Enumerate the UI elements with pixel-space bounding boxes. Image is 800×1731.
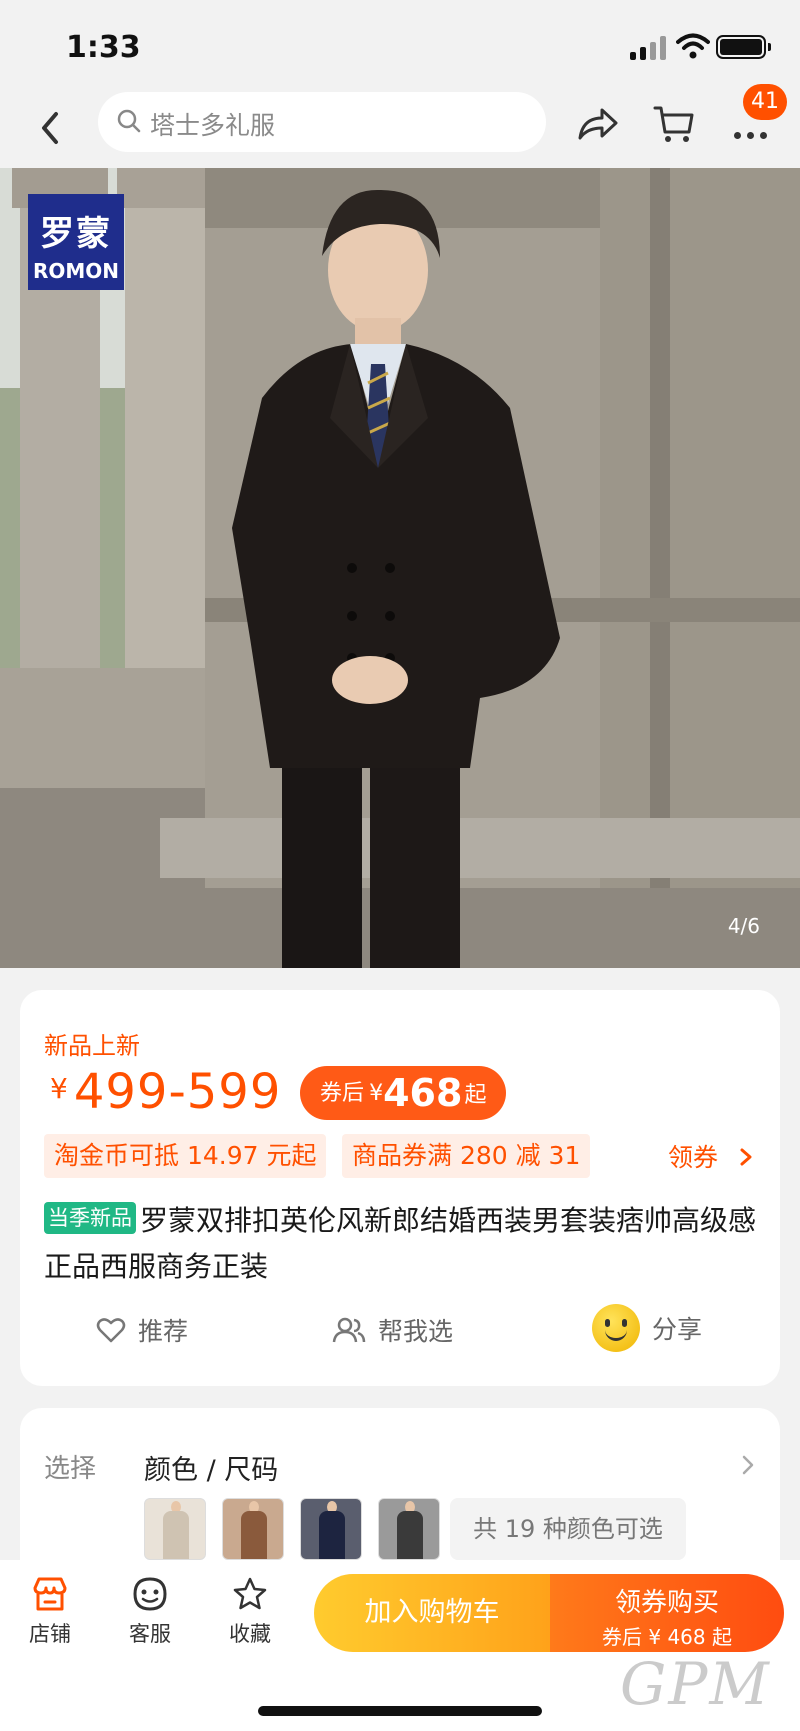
chevron-right-icon xyxy=(740,1148,752,1166)
watermark: GPM xyxy=(620,1650,771,1718)
new-arrival-tag: 新品上新 xyxy=(44,1032,140,1060)
product-actions: 推荐 帮我选 分享 xyxy=(20,1304,780,1356)
brand-logo: 罗蒙 ROMON xyxy=(28,194,124,290)
purchase-buttons: 加入购物车 领券购买 券后 ¥ 468 起 xyxy=(314,1574,784,1652)
cellular-signal-icon xyxy=(630,36,668,60)
share-icon[interactable] xyxy=(576,104,620,144)
home-indicator[interactable] xyxy=(258,1706,542,1716)
coupon-buy-button[interactable]: 领券购买 券后 ¥ 468 起 xyxy=(550,1574,784,1652)
customer-service-icon xyxy=(133,1577,167,1611)
color-swatch-brown[interactable] xyxy=(222,1498,284,1560)
store-tab[interactable]: 店铺 xyxy=(10,1576,90,1648)
after-coupon-price-badge: 券后 ¥468起 xyxy=(300,1066,507,1120)
star-icon xyxy=(233,1577,267,1610)
recommend-button[interactable]: 推荐 xyxy=(96,1312,188,1364)
get-coupon-link[interactable]: 领券 xyxy=(668,1138,756,1174)
color-swatch-gray[interactable] xyxy=(378,1498,440,1560)
product-info-card: 新品上新 ¥499-599 券后 ¥468起 淘金币可抵 14.97 元起 商品… xyxy=(20,990,780,1386)
search-placeholder: 塔士多礼服 xyxy=(150,111,276,140)
price-value: 499-599 xyxy=(73,1064,282,1120)
add-to-cart-button[interactable]: 加入购物车 xyxy=(314,1574,550,1652)
customer-service-tab[interactable]: 客服 xyxy=(110,1576,190,1648)
color-swatch-navy[interactable] xyxy=(300,1498,362,1560)
more-colors-button[interactable]: 共 19 种颜色可选 xyxy=(450,1498,686,1560)
cart-icon[interactable] xyxy=(652,102,696,146)
share-button[interactable]: 分享 xyxy=(592,1304,702,1356)
color-swatch-beige[interactable] xyxy=(144,1498,206,1560)
search-input[interactable]: 塔士多礼服 xyxy=(98,92,546,152)
price-currency: ¥ xyxy=(50,1072,68,1105)
product-title: 当季新品 罗蒙双排扣英伦风新郎结婚西装男套装痞帅高级感正品西服商务正装 xyxy=(44,1198,764,1290)
selection-label: 选择 xyxy=(44,1454,97,1484)
back-icon[interactable] xyxy=(32,106,72,150)
smiley-icon xyxy=(592,1304,640,1352)
wifi-icon xyxy=(676,33,710,59)
search-icon xyxy=(117,109,141,133)
coins-discount-chip[interactable]: 淘金币可抵 14.97 元起 xyxy=(44,1134,327,1178)
image-pager: 4/6 xyxy=(727,914,760,938)
status-bar: 1:33 xyxy=(0,0,800,92)
price-range: ¥499-599 xyxy=(50,1064,281,1120)
selection-value: 颜色 / 尺码 xyxy=(144,1455,279,1486)
battery-icon xyxy=(716,35,771,59)
people-icon xyxy=(332,1317,366,1343)
nav-bar: 塔士多礼服 xyxy=(0,92,800,168)
heart-icon xyxy=(96,1318,126,1343)
store-icon xyxy=(33,1577,67,1611)
favorite-tab[interactable]: 收藏 xyxy=(210,1576,290,1648)
product-page: 1:33 塔士多礼服 41 罗蒙 ROMON 4/6 新品上新 ¥ 499-59… xyxy=(0,0,800,1731)
chevron-right-icon xyxy=(742,1455,754,1475)
status-time: 1:33 xyxy=(66,30,141,65)
coupon-discount-chip[interactable]: 商品券满 280 减 31 xyxy=(342,1134,591,1178)
message-count-badge: 41 xyxy=(743,84,787,120)
season-new-tag: 当季新品 xyxy=(44,1202,136,1234)
help-choose-button[interactable]: 帮我选 xyxy=(332,1312,453,1364)
product-image[interactable]: 罗蒙 ROMON 4/6 xyxy=(0,168,800,968)
product-title-text: 罗蒙双排扣英伦风新郎结婚西装男套装痞帅高级感正品西服商务正装 xyxy=(44,1204,757,1283)
